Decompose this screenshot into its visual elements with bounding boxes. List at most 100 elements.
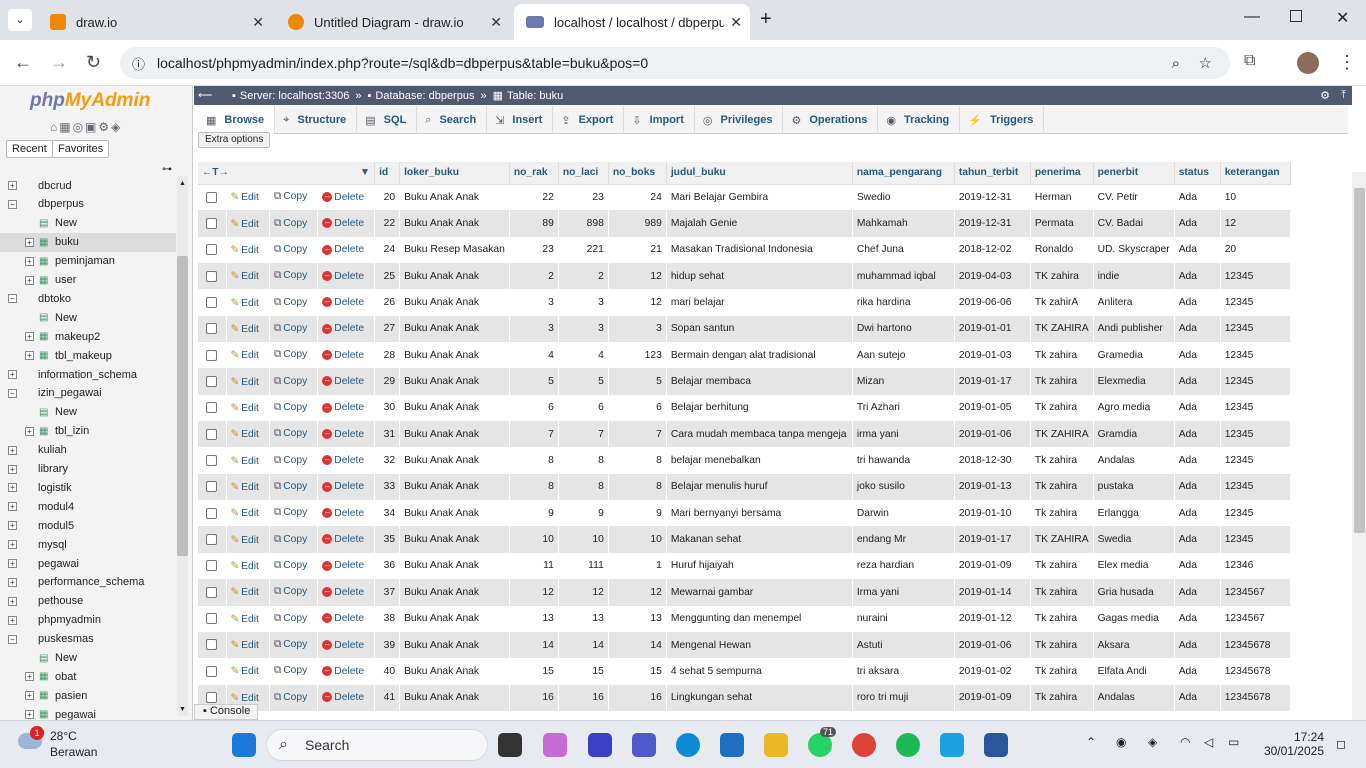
site-info-icon[interactable]: ⓘ: [132, 54, 145, 73]
cell-penerbit[interactable]: CV. Petir: [1093, 184, 1175, 211]
delete-link[interactable]: – Delete: [322, 244, 364, 255]
cell-tahun_terbit[interactable]: 2019-12-31: [954, 184, 1031, 211]
reload-icon[interactable]: ↻: [86, 52, 101, 73]
cell-penerbit[interactable]: Erlangga: [1093, 500, 1175, 527]
cell-no_laci[interactable]: 898: [558, 210, 609, 237]
cell-penerbit[interactable]: UD. Skyscraper: [1093, 236, 1175, 264]
column-header-no_boks[interactable]: no_boks: [608, 162, 667, 185]
edit-link[interactable]: ✎ Edit: [231, 428, 259, 440]
row-checkbox[interactable]: [206, 639, 218, 651]
expand-icon[interactable]: [25, 219, 34, 228]
cell-tahun_terbit[interactable]: 2019-01-13: [954, 473, 1031, 501]
cell-no_laci[interactable]: 23: [558, 184, 609, 211]
expand-icon[interactable]: +: [25, 275, 34, 285]
row-checkbox[interactable]: [206, 296, 218, 308]
browser-tab-phpmyadmin[interactable]: localhost / localhost / dbperpus ✕: [514, 4, 750, 40]
tree-item-dbtoko[interactable]: − dbtoko: [0, 289, 176, 308]
sidebar-scroll-thumb[interactable]: [177, 256, 188, 556]
cell-no_rak[interactable]: 13: [509, 605, 559, 632]
tree-item-izin_pegawai[interactable]: − izin_pegawai: [0, 384, 176, 403]
link-icon[interactable]: ⊶: [162, 164, 172, 175]
edit-link[interactable]: ✎ Edit: [231, 402, 259, 414]
cell-tahun_terbit[interactable]: 2019-01-09: [954, 552, 1031, 580]
tree-item-puskesmas[interactable]: − puskesmas: [0, 630, 176, 649]
cell-loker_buku[interactable]: Buku Anak Anak: [399, 289, 510, 316]
menu-dots-icon[interactable]: ⋮: [1338, 52, 1356, 73]
cell-id[interactable]: 38: [374, 605, 401, 632]
cell-no_laci[interactable]: 5: [558, 368, 609, 395]
cell-status[interactable]: Ada: [1174, 184, 1221, 211]
tab-operations[interactable]: ⚙ Operations: [783, 106, 879, 134]
tree-item-tbl_izin[interactable]: + ▦ tbl_izin: [0, 422, 176, 441]
edit-link[interactable]: ✎ Edit: [231, 613, 259, 625]
cell-status[interactable]: Ada: [1174, 552, 1221, 580]
cell-id[interactable]: 30: [374, 394, 401, 422]
cell-nama_pengarang[interactable]: nuraini: [852, 605, 955, 632]
delete-link[interactable]: – Delete: [322, 508, 364, 519]
expand-icon[interactable]: +: [8, 615, 17, 625]
cell-penerbit[interactable]: Swedia: [1093, 526, 1175, 553]
row-checkbox[interactable]: [206, 323, 218, 335]
browser-tab-drawio[interactable]: draw.io ✕: [38, 4, 272, 40]
tab-privileges[interactable]: ◎ Privileges: [695, 106, 784, 134]
delete-link[interactable]: – Delete: [322, 402, 364, 413]
tree-item-new[interactable]: ▤ New: [0, 403, 176, 422]
expand-icon[interactable]: +: [25, 672, 34, 682]
cell-no_laci[interactable]: 14: [558, 631, 609, 659]
cell-status[interactable]: Ada: [1174, 658, 1221, 685]
cell-penerima[interactable]: Tk zahira: [1030, 500, 1094, 527]
cell-status[interactable]: Ada: [1174, 368, 1221, 395]
cell-id[interactable]: 29: [374, 368, 401, 395]
expand-icon[interactable]: [25, 408, 34, 417]
cell-no_rak[interactable]: 14: [509, 631, 559, 659]
expand-icon[interactable]: +: [8, 502, 17, 512]
tab-triggers[interactable]: ⚡ Triggers: [960, 106, 1045, 134]
cell-nama_pengarang[interactable]: Darwin: [852, 500, 955, 527]
notifications-icon[interactable]: ◻: [1336, 737, 1346, 751]
edit-link[interactable]: ✎ Edit: [231, 534, 259, 546]
cell-id[interactable]: 41: [374, 684, 401, 711]
tree-item-pasien[interactable]: + ▦ pasien: [0, 686, 176, 705]
cell-penerbit[interactable]: Elfata Andi: [1093, 658, 1175, 685]
copy-link[interactable]: ⧉ Copy: [274, 218, 307, 230]
cell-penerbit[interactable]: Gramdia: [1093, 421, 1175, 448]
cell-status[interactable]: Ada: [1174, 605, 1221, 632]
cell-tahun_terbit[interactable]: 2019-01-02: [954, 658, 1031, 685]
battery-icon[interactable]: ▭: [1228, 735, 1239, 749]
edit-link[interactable]: ✎ Edit: [231, 376, 259, 388]
cell-keterangan[interactable]: 12346: [1220, 552, 1291, 580]
cell-penerima[interactable]: Ronaldo: [1030, 236, 1094, 264]
cell-status[interactable]: Ada: [1174, 236, 1221, 264]
cell-penerima[interactable]: Tk zahira: [1030, 447, 1094, 474]
row-checkbox[interactable]: [206, 349, 218, 361]
tab-structure[interactable]: ⌖ Structure: [275, 106, 358, 134]
cell-penerima[interactable]: Tk zahira: [1030, 552, 1094, 580]
tree-item-makeup2[interactable]: + ▦ makeup2: [0, 327, 176, 346]
delete-link[interactable]: – Delete: [322, 587, 364, 598]
cell-keterangan[interactable]: 12345: [1220, 315, 1291, 343]
cell-no_boks[interactable]: 7: [608, 421, 667, 448]
cell-status[interactable]: Ada: [1174, 631, 1221, 659]
close-tab-icon[interactable]: ✕: [252, 14, 264, 31]
extensions-icon[interactable]: ⧉: [1244, 52, 1255, 70]
expand-icon[interactable]: +: [8, 181, 17, 190]
cell-penerima[interactable]: TK ZAHIRA: [1030, 315, 1094, 343]
cell-no_rak[interactable]: 3: [509, 315, 559, 343]
cell-judul_buku[interactable]: Masakan Tradisional Indonesia: [666, 236, 853, 264]
cell-tahun_terbit[interactable]: 2019-01-05: [954, 394, 1031, 422]
cell-loker_buku[interactable]: Buku Anak Anak: [399, 684, 510, 711]
cell-no_rak[interactable]: 8: [509, 447, 559, 474]
cell-no_laci[interactable]: 221: [558, 236, 609, 264]
cell-penerima[interactable]: Tk zahira: [1030, 684, 1094, 711]
cell-judul_buku[interactable]: Mari Belajar Gembira: [666, 184, 853, 211]
cell-nama_pengarang[interactable]: joko susilo: [852, 473, 955, 501]
cell-keterangan[interactable]: 12345: [1220, 263, 1291, 290]
cell-tahun_terbit[interactable]: 2019-01-01: [954, 315, 1031, 343]
cell-nama_pengarang[interactable]: endang Mr: [852, 526, 955, 553]
cell-no_boks[interactable]: 16: [608, 684, 667, 711]
volume-icon[interactable]: ◁: [1204, 735, 1213, 749]
tree-item-tbl_makeup[interactable]: + ▦ tbl_makeup: [0, 346, 176, 365]
copy-link[interactable]: ⧉ Copy: [274, 665, 307, 677]
tree-item-dbperpus[interactable]: − dbperpus: [0, 195, 176, 214]
close-tab-icon[interactable]: ✕: [490, 14, 502, 31]
